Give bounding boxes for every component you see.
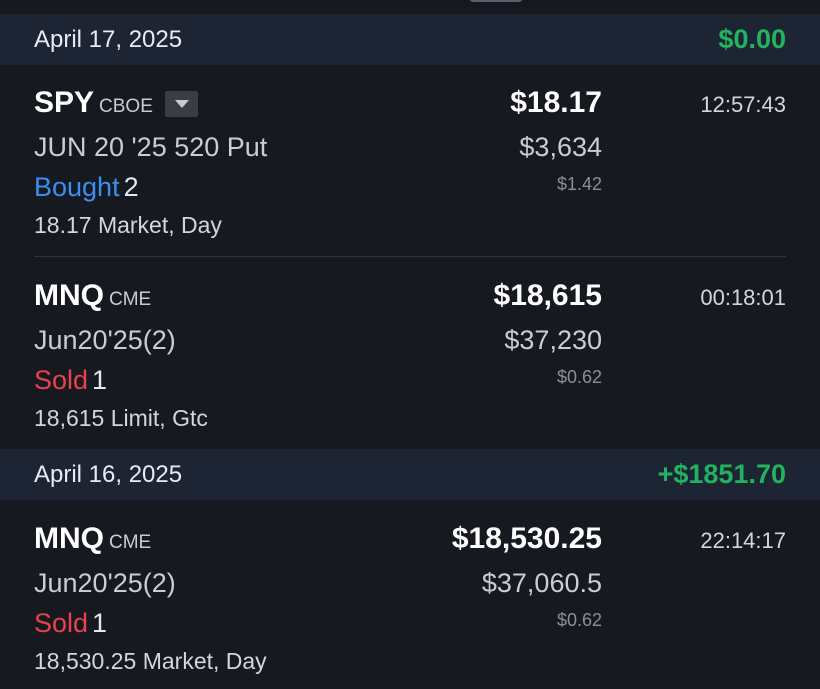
daily-pnl: $0.00: [718, 24, 786, 54]
side: Bought: [34, 172, 120, 202]
fee: $0.62: [556, 610, 602, 630]
daily-pnl: +$1851.70: [657, 459, 786, 489]
fee: $1.42: [556, 174, 602, 194]
scroll-handle: [468, 0, 524, 2]
notional-value: $3,634: [519, 132, 602, 162]
contract: JUN 20 '25 520 Put: [34, 132, 268, 162]
side-line: Bought 2: [34, 172, 139, 203]
quantity: 2: [123, 172, 139, 202]
contract: Jun20'25(2): [34, 568, 176, 598]
exchange: CME: [109, 289, 152, 310]
fee: $0.62: [556, 367, 602, 387]
notional-value: $37,230: [504, 325, 602, 355]
symbol-line: MNQ CME: [34, 279, 151, 313]
date-label: April 16, 2025: [34, 461, 183, 488]
side: Sold: [34, 365, 89, 395]
order-time: 22:14:17: [700, 528, 786, 553]
side-line: Sold 1: [34, 365, 107, 396]
symbol-line: SPY CBOE: [34, 86, 198, 121]
notional-value: $37,060.5: [481, 568, 602, 598]
exchange: CBOE: [99, 96, 153, 117]
symbol: MNQ: [34, 279, 104, 312]
order-time: 00:18:01: [700, 285, 786, 310]
order-detail: 18.17 Market, Day: [34, 212, 222, 238]
order-time: 12:57:43: [700, 92, 786, 117]
order-detail: 18,530.25 Market, Day: [34, 648, 267, 674]
fill-price: $18,615: [493, 279, 602, 312]
fill-price: $18.17: [510, 86, 602, 119]
symbol: SPY: [34, 86, 95, 119]
side: Sold: [34, 608, 89, 638]
date-header: April 17, 2025 $0.00: [0, 14, 820, 65]
divider: [34, 256, 786, 257]
quantity: 1: [92, 365, 108, 395]
chevron-down-icon[interactable]: [164, 90, 198, 117]
order-detail: 18,615 Limit, Gtc: [34, 405, 208, 431]
fill-price: $18,530.25: [451, 522, 602, 555]
top-strip: [0, 0, 820, 14]
symbol: MNQ: [34, 522, 104, 555]
exchange: CME: [109, 532, 152, 553]
date-header: April 16, 2025 +$1851.70: [0, 449, 820, 500]
side-line: Sold 1: [34, 608, 107, 639]
contract: Jun20'25(2): [34, 325, 176, 355]
quantity: 1: [92, 608, 108, 638]
date-label: April 17, 2025: [34, 26, 183, 53]
symbol-line: MNQ CME: [34, 522, 151, 556]
